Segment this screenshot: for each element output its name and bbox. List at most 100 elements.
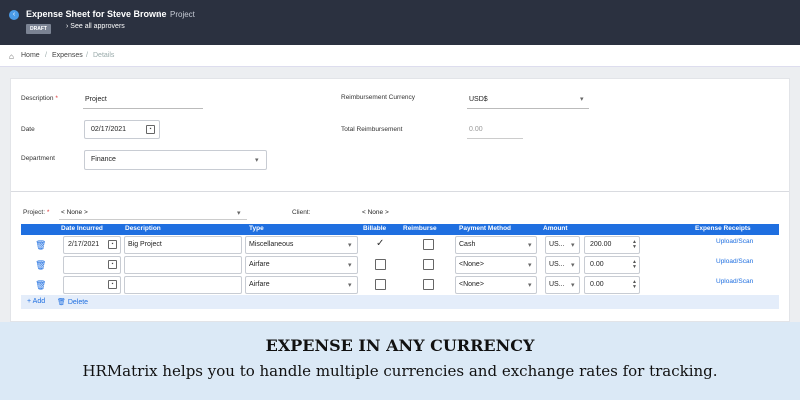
row-date-input[interactable]: ▪ [63,256,121,274]
trash-icon: 🗑 [57,299,66,306]
calendar-icon[interactable]: ▪ [108,240,117,249]
row-amount-input[interactable]: 0.00 ▲ ▼ [584,256,640,274]
upload-scan-link[interactable]: Upload/Scan [716,278,753,285]
row-payment-select[interactable]: <None> ▾ [455,276,537,294]
row-payment-select[interactable]: <None> ▾ [455,256,537,274]
trash-icon[interactable]: 🗑 [35,280,46,291]
row-type-value: Airfare [249,281,270,288]
upload-scan-link[interactable]: Upload/Scan [716,258,753,265]
reimburse-checkbox[interactable] [423,279,434,290]
delete-label: Delete [67,299,89,306]
currency-label: Reimbursement Currency [341,94,416,101]
breadcrumb-expenses[interactable]: Expenses [52,52,83,59]
row-payment-value: <None> [459,281,484,288]
col-reimburse: Reimburse [403,225,437,232]
stepper-icon[interactable]: ▲ ▼ [632,240,637,250]
chevron-down-icon: ▾ [237,210,241,217]
row-description-input[interactable] [124,256,242,274]
banner-subline: HRMatrix helps you to handle multiple cu… [82,362,718,380]
row-date-value: 2/17/2021 [68,241,100,248]
col-amount: Amount [543,225,568,232]
marketing-banner: EXPENSE IN ANY CURRENCY HRMatrix helps y… [0,322,800,400]
home-icon[interactable]: ⌂ [9,52,14,61]
breadcrumb-sep: / [45,52,47,59]
trash-icon[interactable]: 🗑 [35,240,46,251]
row-type-select[interactable]: Airfare ▾ [245,256,358,274]
stepper-icon[interactable]: ▲ ▼ [632,280,637,290]
col-type: Type [249,225,264,232]
table-actions-bar: + Add 🗑 Delete [21,295,779,309]
billable-checkbox[interactable] [375,259,386,270]
row-type-select[interactable]: Airfare ▾ [245,276,358,294]
chevron-down-icon: ▾ [528,242,532,249]
trash-icon[interactable]: 🗑 [35,260,46,271]
department-label: Department [21,155,55,162]
row-description-input[interactable]: Big Project [124,236,242,254]
row-description-input[interactable] [124,276,242,294]
back-arrow-icon[interactable]: ‹ [9,10,19,20]
breadcrumb-home[interactable]: Home [21,52,40,59]
row-currency-select[interactable]: US... ▾ [545,276,580,294]
description-input[interactable]: Project [85,96,107,103]
currency-underline [467,108,589,109]
row-type-select[interactable]: Miscellaneous ▾ [245,236,358,254]
calendar-icon[interactable]: ▪ [108,280,117,289]
col-expense-receipts: Expense Receipts [695,225,751,232]
row-amount-input[interactable]: 200.00 ▲ ▼ [584,236,640,254]
total-value: 0.00 [469,126,483,133]
breadcrumb-details: Details [93,52,115,59]
chevron-down-icon: ▾ [528,262,532,269]
date-input[interactable]: 02/17/2021 ▪ [84,120,160,139]
calendar-icon[interactable]: ▪ [146,125,155,134]
currency-select[interactable]: USD$ [469,96,488,103]
row-payment-select[interactable]: Cash ▾ [455,236,537,254]
upload-scan-link[interactable]: Upload/Scan [716,238,753,245]
chevron-down-icon: ▾ [571,282,575,289]
row-currency-value: US... [549,241,565,248]
table-row: 🗑 ▪ Airfare ▾ <None> ▾ US... ▾ 0.00 ▲ ▼ U… [21,255,779,275]
col-payment-method: Payment Method [459,225,512,232]
chevron-down-icon: ▾ [348,262,352,269]
billable-checkbox[interactable] [375,279,386,290]
approvers-label: See all approvers [70,23,125,30]
row-currency-value: US... [549,281,565,288]
row-payment-value: <None> [459,261,484,268]
row-date-input[interactable]: 2/17/2021 ▪ [63,236,121,254]
col-date-incurred: Date Incurred [61,225,103,232]
stepper-icon[interactable]: ▲ ▼ [632,260,637,270]
table-row: 🗑 2/17/2021 ▪ Big Project Miscellaneous … [21,235,779,255]
row-description-value: Big Project [128,241,162,248]
see-approvers-link[interactable]: › See all approvers [66,23,125,30]
project-underline [59,219,247,220]
section-divider [11,191,789,192]
row-type-value: Miscellaneous [249,241,294,248]
row-currency-select[interactable]: US... ▾ [545,236,580,254]
delete-rows-button[interactable]: 🗑 Delete [57,298,88,306]
reimburse-checkbox[interactable] [423,239,434,250]
breadcrumb: ⌂ Home / Expenses / Details [0,45,800,67]
date-label: Date [21,126,35,133]
billable-check-icon[interactable]: ✓ [376,238,384,249]
col-description: Description [125,225,161,232]
department-value: Finance [91,156,116,163]
add-label: Add [32,298,46,305]
description-label: Description * [21,95,58,102]
table-row: 🗑 ▪ Airfare ▾ <None> ▾ US... ▾ 0.00 ▲ ▼ U… [21,275,779,295]
row-payment-value: Cash [459,241,476,248]
client-select[interactable]: < None > [362,209,389,216]
total-underline [467,138,523,139]
chevron-down-icon: ▾ [528,282,532,289]
department-select[interactable]: Finance ▾ [84,150,267,170]
project-select[interactable]: < None > [61,209,88,216]
chevron-down-icon: ▾ [571,262,575,269]
add-row-button[interactable]: + Add [27,298,45,305]
date-value: 02/17/2021 [91,126,127,133]
row-amount-value: 0.00 [590,261,604,268]
breadcrumb-sep: / [86,52,88,59]
row-amount-input[interactable]: 0.00 ▲ ▼ [584,276,640,294]
calendar-icon[interactable]: ▪ [108,260,117,269]
expense-form-card: Description * Project Date 02/17/2021 ▪ … [10,78,790,322]
row-currency-select[interactable]: US... ▾ [545,256,580,274]
row-date-input[interactable]: ▪ [63,276,121,294]
reimburse-checkbox[interactable] [423,259,434,270]
